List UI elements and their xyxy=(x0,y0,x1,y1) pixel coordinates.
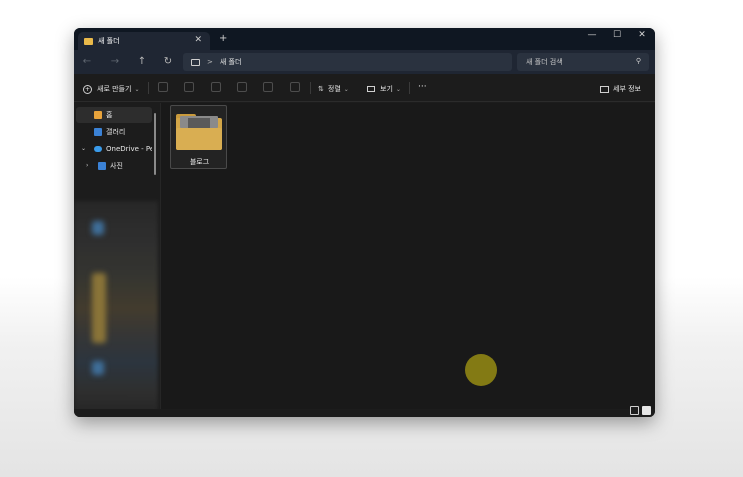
paste-icon[interactable] xyxy=(211,82,221,92)
tab-close-button[interactable]: ✕ xyxy=(194,35,202,45)
view-button-label: 보기 xyxy=(380,85,393,93)
chevron-down-icon: ⌄ xyxy=(395,85,401,93)
sidebar-item-photos[interactable]: › 사진 xyxy=(76,158,152,174)
path-separator: > xyxy=(207,58,213,66)
status-bar xyxy=(74,409,655,417)
sort-button-label: 정렬 xyxy=(327,85,341,93)
folder-icon xyxy=(176,114,222,150)
new-tab-button[interactable]: + xyxy=(219,33,227,44)
details-pane-icon xyxy=(600,85,609,93)
this-pc-icon xyxy=(191,58,200,66)
more-icon: ··· xyxy=(418,82,427,92)
blurred-sidebar-region xyxy=(74,201,158,417)
chevron-down-icon: ⌄ xyxy=(343,85,349,93)
cursor-highlight xyxy=(465,354,497,386)
new-button[interactable]: + 새로 만들기 ⌄ xyxy=(83,84,139,94)
cut-icon[interactable] xyxy=(158,82,168,92)
sidebar-item-gallery[interactable]: 갤러리 xyxy=(76,124,152,140)
toolbar-divider xyxy=(148,82,149,94)
search-placeholder: 새 폴더 검색 xyxy=(526,58,563,66)
folder-item[interactable]: 블로그 xyxy=(170,105,227,169)
toolbar-divider xyxy=(310,82,311,94)
refresh-button[interactable]: ↻ xyxy=(161,56,175,67)
sort-button[interactable]: ⇅ 정렬 ⌄ xyxy=(318,84,349,94)
cloud-icon xyxy=(94,146,102,152)
search-input[interactable]: 새 폴더 검색 ⚲ xyxy=(517,53,649,71)
folder-icon xyxy=(84,37,93,45)
details-pane-button[interactable]: 세부 정보 xyxy=(600,84,641,94)
more-options-button[interactable]: ··· xyxy=(418,82,427,92)
view-button[interactable]: 보기 ⌄ xyxy=(367,84,401,94)
sort-icon: ⇅ xyxy=(318,85,324,93)
tab-new-folder[interactable]: 새 폴더 ✕ xyxy=(78,32,210,50)
tiles-view-icon[interactable] xyxy=(642,406,651,415)
file-explorer-window: 새 폴더 ✕ + — ☐ ✕ ← → ↑ ↻ > 새 폴더 새 폴더 검색 ⚲ … xyxy=(74,28,655,417)
maximize-button[interactable]: ☐ xyxy=(607,30,627,40)
blurred-icon xyxy=(92,221,104,235)
path-breadcrumb[interactable]: > 새 폴더 xyxy=(183,53,512,71)
title-bar: 새 폴더 ✕ + — ☐ ✕ xyxy=(74,28,655,50)
back-button[interactable]: ← xyxy=(80,56,94,67)
photos-icon xyxy=(98,162,106,170)
home-icon xyxy=(94,111,102,119)
plus-circle-icon: + xyxy=(83,84,92,94)
navigation-pane: 홈 갤러리 ⌄ OneDrive - Pers › 사진 xyxy=(74,103,158,417)
path-current-folder[interactable]: 새 폴더 xyxy=(220,57,242,67)
forward-button[interactable]: → xyxy=(108,56,122,67)
chevron-right-icon[interactable]: › xyxy=(86,162,88,169)
gallery-icon xyxy=(94,128,102,136)
search-icon: ⚲ xyxy=(635,57,641,65)
address-bar: ← → ↑ ↻ > 새 폴더 새 폴더 검색 ⚲ xyxy=(74,50,655,74)
sidebar-item-home[interactable]: 홈 xyxy=(76,107,152,123)
sidebar-item-label: 홈 xyxy=(106,111,113,119)
blurred-icon xyxy=(92,273,106,343)
copy-icon[interactable] xyxy=(184,82,194,92)
chevron-down-icon: ⌄ xyxy=(134,85,140,93)
sidebar-scrollbar[interactable] xyxy=(154,113,156,175)
blurred-icon xyxy=(92,361,104,375)
sidebar-item-label: OneDrive - Pers xyxy=(106,145,152,153)
tab-title: 새 폴더 xyxy=(98,37,120,45)
rename-icon[interactable] xyxy=(237,82,247,92)
view-icon xyxy=(367,86,375,92)
sidebar-item-onedrive[interactable]: ⌄ OneDrive - Pers xyxy=(76,141,152,157)
share-icon[interactable] xyxy=(263,82,273,92)
delete-icon[interactable] xyxy=(290,82,300,92)
close-button[interactable]: ✕ xyxy=(632,30,652,40)
up-button[interactable]: ↑ xyxy=(135,56,149,67)
minimize-button[interactable]: — xyxy=(582,30,602,40)
toolbar-divider xyxy=(409,82,410,94)
sidebar-item-label: 갤러리 xyxy=(106,128,126,136)
chevron-down-icon[interactable]: ⌄ xyxy=(81,145,86,152)
folder-name: 블로그 xyxy=(189,158,210,166)
file-list[interactable]: 블로그 xyxy=(161,103,655,409)
sidebar-item-label: 사진 xyxy=(110,162,123,170)
command-bar: + 새로 만들기 ⌄ ⇅ 정렬 ⌄ 보기 ⌄ ··· 세부 정보 xyxy=(74,74,655,102)
details-view-icon[interactable] xyxy=(630,406,639,415)
new-button-label: 새로 만들기 xyxy=(97,85,132,93)
details-button-label: 세부 정보 xyxy=(613,85,641,93)
